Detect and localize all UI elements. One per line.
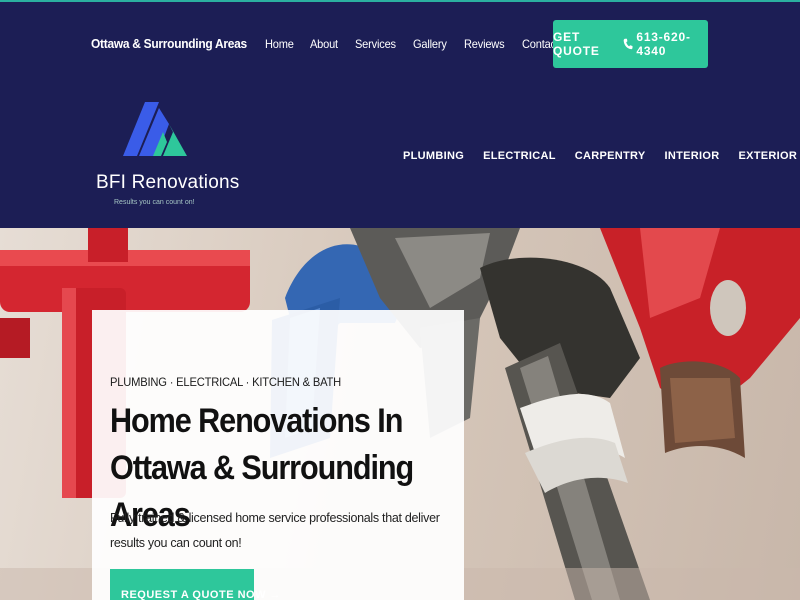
phone-icon [623, 38, 633, 50]
hero-section: PLUMBING · ELECTRICAL · KITCHEN & BATH H… [0, 228, 800, 600]
hero-description: Fully trained & licensed home service pr… [110, 511, 440, 550]
category-link-interior[interactable]: INTERIOR [665, 150, 720, 162]
service-region-label: Ottawa & Surrounding Areas [91, 36, 247, 51]
category-link-electrical[interactable]: ELECTRICAL [483, 150, 556, 162]
phone-number: 613-620-4340 [636, 30, 691, 58]
logo-tagline: Results you can count on! [114, 199, 195, 206]
category-nav: PLUMBING ELECTRICAL CARPENTRY INTERIOR E… [403, 150, 800, 162]
request-quote-button[interactable]: REQUEST A QUOTE NOW → [110, 569, 281, 600]
nav-link-gallery[interactable]: Gallery [413, 37, 447, 51]
hero-eyebrow: PLUMBING · ELECTRICAL · KITCHEN & BATH [110, 375, 342, 389]
logo-name: BFI Renovations [96, 172, 240, 193]
category-link-exterior[interactable]: EXTERIOR [738, 150, 797, 162]
nav-link-home[interactable]: Home [265, 37, 294, 51]
get-quote-button[interactable]: GET QUOTE 613-620-4340 [553, 20, 708, 68]
category-link-plumbing[interactable]: PLUMBING [403, 150, 464, 162]
logo-mark-icon [123, 102, 187, 156]
nav-link-services[interactable]: Services [355, 37, 396, 51]
get-quote-label: GET QUOTE [553, 30, 600, 58]
category-link-carpentry[interactable]: CARPENTRY [575, 150, 646, 162]
nav-link-about[interactable]: About [310, 37, 338, 51]
hero-card: PLUMBING · ELECTRICAL · KITCHEN & BATH H… [92, 310, 464, 600]
nav-link-reviews[interactable]: Reviews [464, 37, 505, 51]
site-header: Ottawa & Surrounding Areas Home About Se… [0, 0, 800, 228]
top-nav: Home About Services Gallery Reviews Cont… [265, 37, 576, 51]
